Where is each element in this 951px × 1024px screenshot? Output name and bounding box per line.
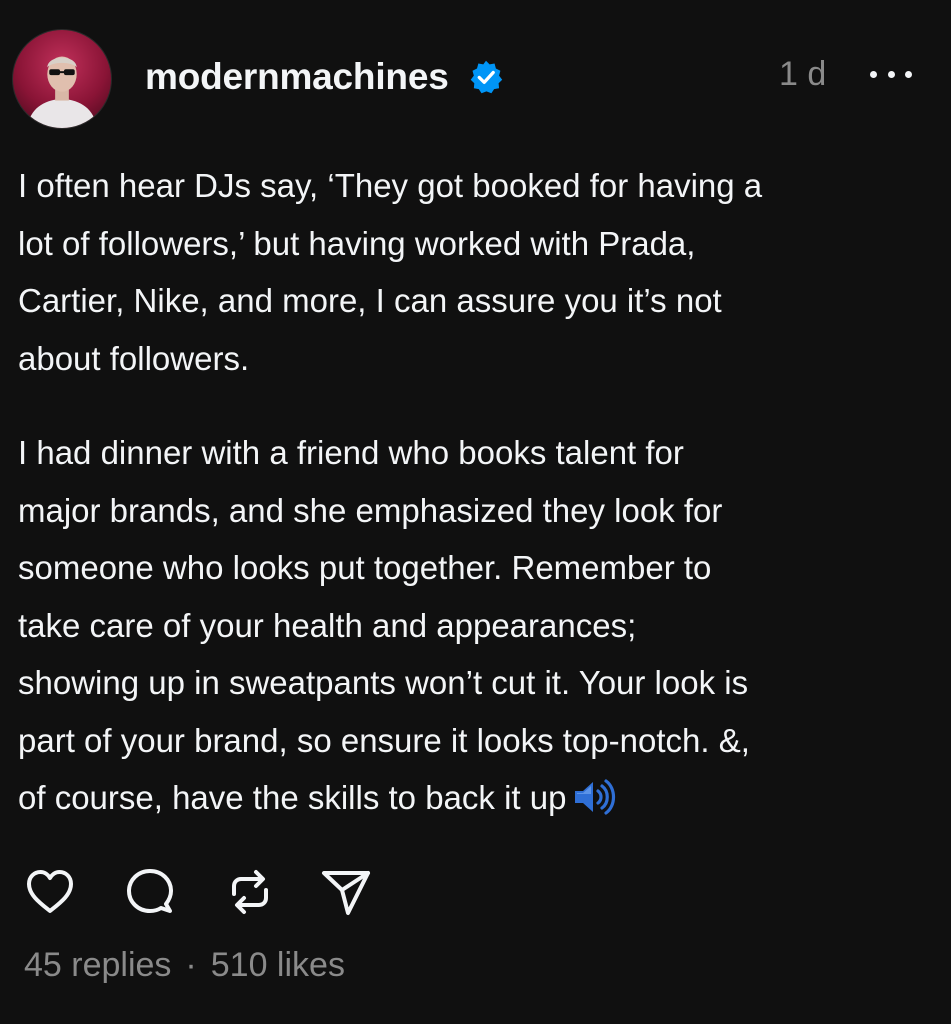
heart-icon <box>27 870 73 913</box>
thread-post: modernmachines 1 d I often hear DJs say,… <box>0 0 951 1024</box>
repost-button[interactable] <box>222 864 278 920</box>
post-paragraph-text: I had dinner with a friend who books tal… <box>18 434 750 816</box>
more-dot <box>887 70 895 78</box>
more-options-icon <box>870 70 877 78</box>
stats-separator: · <box>185 946 197 984</box>
likes-count[interactable]: 510 likes <box>211 946 345 985</box>
speaker-loud-icon <box>572 777 618 817</box>
replies-count[interactable]: 45 replies <box>24 946 171 985</box>
post-stats: 45 replies · 510 likes <box>24 946 345 985</box>
avatar-image <box>26 56 98 128</box>
avatar[interactable] <box>12 29 112 129</box>
username[interactable]: modernmachines <box>145 56 449 98</box>
repost-icon <box>232 870 268 914</box>
like-button[interactable] <box>22 864 78 920</box>
post-paragraph: I had dinner with a friend who books tal… <box>18 424 933 827</box>
verified-badge-icon <box>468 59 504 95</box>
send-icon <box>322 871 370 915</box>
reply-button[interactable] <box>122 864 178 920</box>
comment-icon <box>127 869 173 913</box>
post-paragraph: I often hear DJs say, ‘They got booked f… <box>18 167 763 377</box>
share-button[interactable] <box>318 864 374 920</box>
more-options-button[interactable] <box>866 56 916 92</box>
more-dot <box>905 70 912 78</box>
post-timestamp: 1 d <box>779 55 827 93</box>
